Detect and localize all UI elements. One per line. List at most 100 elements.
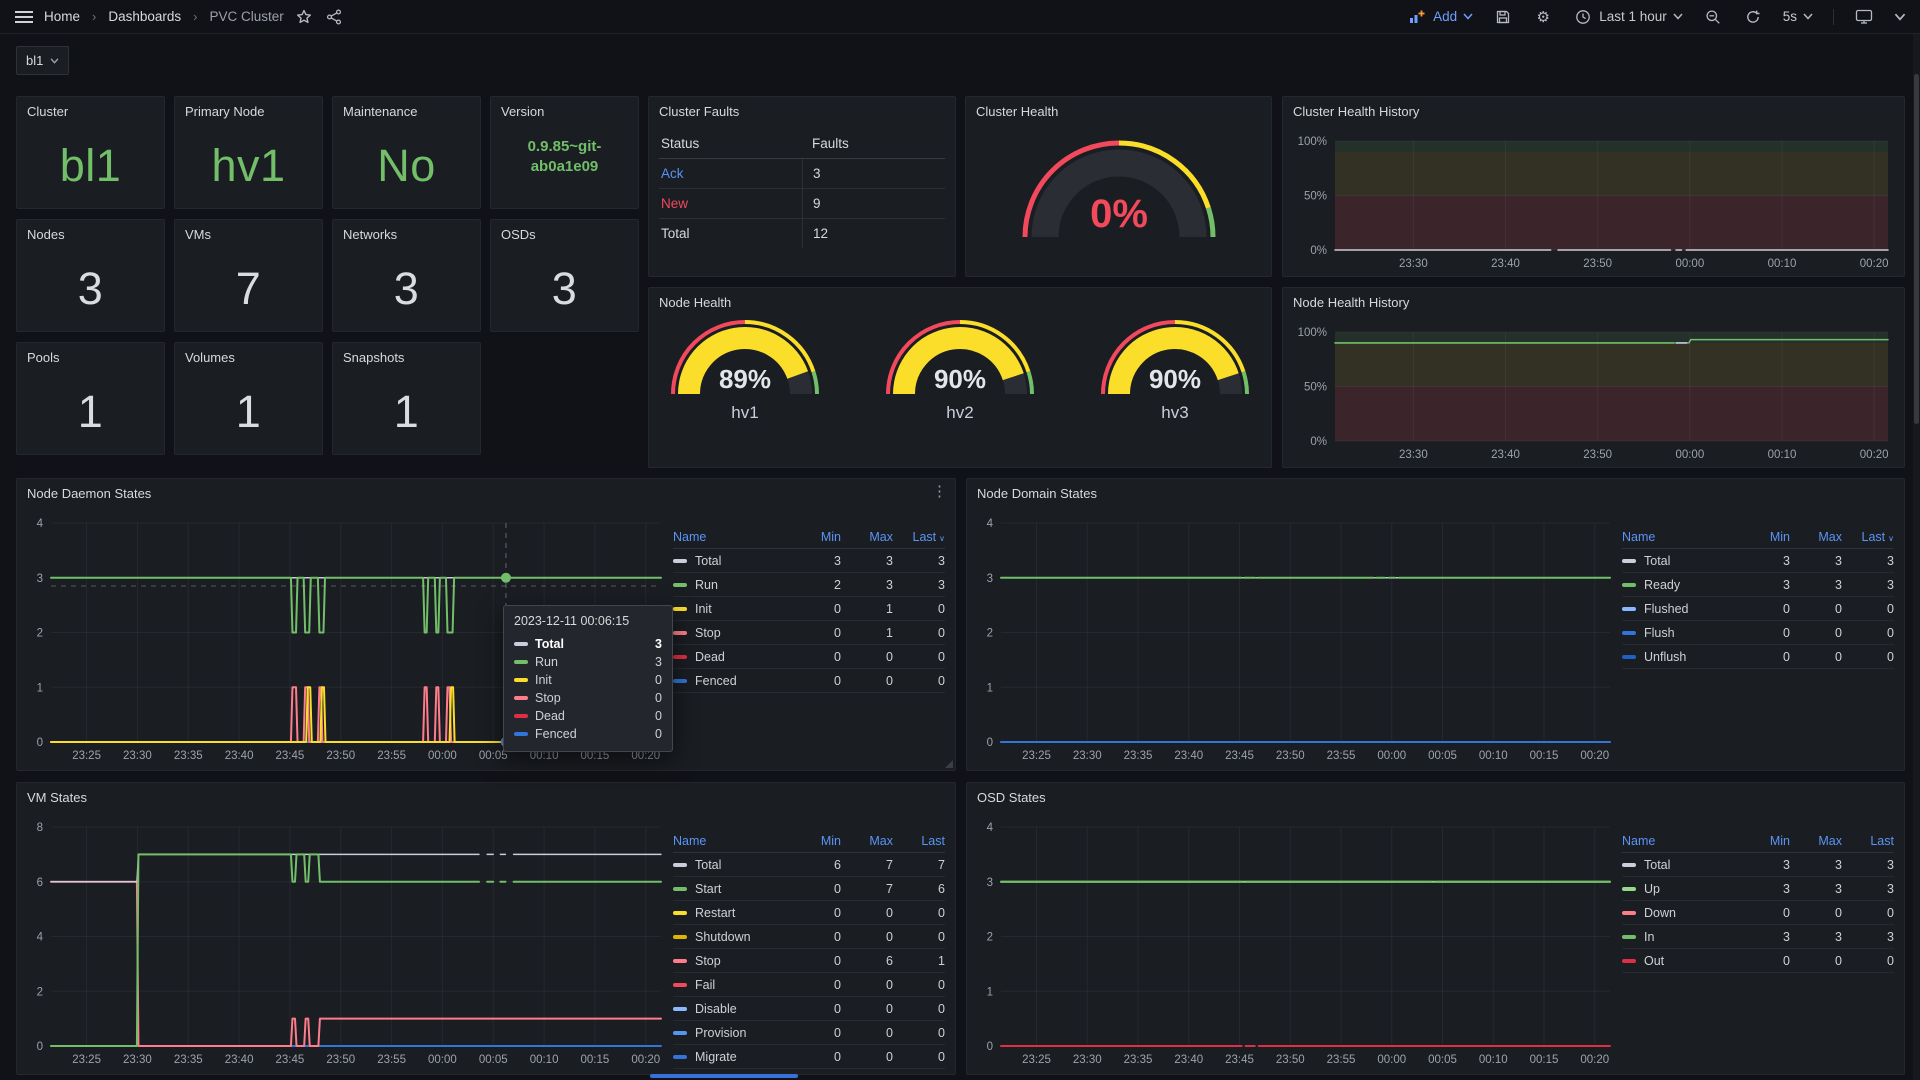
tv-mode-icon[interactable]	[1854, 7, 1874, 27]
chevron-down-icon	[1803, 13, 1813, 20]
stat-panel-nodes: Nodes 3	[16, 219, 165, 332]
legend-series-unflush[interactable]: Unflush	[1622, 650, 1738, 664]
panel-menu-kebab-icon[interactable]: ⋮	[932, 484, 947, 499]
series-color-swatch	[673, 863, 687, 867]
legend-header-min[interactable]: Min	[1738, 834, 1790, 848]
panel-node-daemon-states: Node Daemon States ⋮ 23:2523:3023:3523:4…	[16, 478, 956, 771]
legend-header-last[interactable]: Last	[893, 834, 945, 848]
legend-last-value: 1	[893, 954, 945, 968]
node-domain-states-chart[interactable]: 23:2523:3023:3523:4023:4523:5023:5500:00…	[973, 511, 1618, 766]
zoom-out-icon[interactable]	[1703, 7, 1723, 27]
share-icon[interactable]	[324, 7, 344, 27]
breadcrumb-dashboards[interactable]: Dashboards	[108, 9, 181, 24]
dashboard-settings-gear-icon[interactable]: ⚙	[1533, 7, 1553, 27]
panel-title: Nodes	[17, 220, 164, 248]
panel-resize-handle[interactable]	[945, 760, 953, 768]
legend-series-run[interactable]: Run	[673, 578, 789, 592]
variable-dropdown-cluster[interactable]: bl1	[16, 46, 69, 75]
legend-series-ready[interactable]: Ready	[1622, 578, 1738, 592]
legend-series-out[interactable]: Out	[1622, 954, 1738, 968]
legend-header-name[interactable]: Name	[1622, 834, 1738, 848]
clock-icon	[1573, 7, 1593, 27]
legend-series-fail[interactable]: Fail	[673, 978, 789, 992]
legend-series-down[interactable]: Down	[1622, 906, 1738, 920]
legend-series-flush[interactable]: Flush	[1622, 626, 1738, 640]
vertical-scrollbar-thumb[interactable]	[1914, 74, 1919, 424]
legend-series-shutdown[interactable]: Shutdown	[673, 930, 789, 944]
legend-last-value: 7	[893, 858, 945, 872]
vm-states-chart[interactable]: 23:2523:3023:3523:4023:4523:5023:5500:00…	[23, 815, 669, 1070]
chevron-down-icon[interactable]	[1894, 13, 1906, 21]
cluster-health-history-chart[interactable]: 23:3023:4023:5000:0000:1000:200%50%100%	[1289, 125, 1896, 274]
sort-caret-icon: ∨	[1888, 534, 1894, 543]
legend-row: Provision000	[673, 1021, 945, 1045]
legend-series-total[interactable]: Total	[1622, 554, 1738, 568]
legend-header-min[interactable]: Min	[789, 834, 841, 848]
svg-text:0: 0	[37, 1041, 43, 1053]
menu-hamburger-icon[interactable]	[14, 7, 34, 27]
node-health-history-chart[interactable]: 23:3023:4023:5000:0000:1000:200%50%100%	[1289, 316, 1896, 465]
svg-text:00:10: 00:10	[1768, 258, 1797, 270]
refresh-icon[interactable]	[1743, 7, 1763, 27]
legend-header-name[interactable]: Name	[1622, 530, 1738, 544]
add-panel-button[interactable]: Add	[1407, 7, 1473, 27]
vertical-scrollbar-track[interactable]	[1913, 34, 1920, 1080]
panel-title: Node Domain States	[967, 479, 1904, 507]
legend-series-in[interactable]: In	[1622, 930, 1738, 944]
legend-row: In333	[1622, 925, 1894, 949]
legend-max-value: 0	[841, 978, 893, 992]
legend-series-disable[interactable]: Disable	[673, 1002, 789, 1016]
legend-max-value: 3	[1790, 858, 1842, 872]
panel-title: VMs	[175, 220, 322, 248]
legend-series-total[interactable]: Total	[673, 554, 789, 568]
legend-series-total[interactable]: Total	[1622, 858, 1738, 872]
legend-horizontal-scrollbar-thumb[interactable]	[650, 1074, 798, 1078]
svg-text:23:25: 23:25	[1022, 1054, 1051, 1066]
panel-node-health: Node Health 89%hv190%hv290%hv3	[648, 287, 1272, 468]
tooltip-row: Total3	[514, 635, 662, 653]
osd-states-chart[interactable]: 23:2523:3023:3523:4023:4523:5023:5500:00…	[973, 815, 1618, 1070]
panel-title: Snapshots	[333, 343, 480, 371]
series-color-swatch	[514, 642, 528, 646]
legend-series-flushed[interactable]: Flushed	[1622, 602, 1738, 616]
save-dashboard-icon[interactable]	[1493, 7, 1513, 27]
legend-max-value: 0	[841, 1050, 893, 1064]
refresh-interval-picker[interactable]: 5s	[1783, 9, 1813, 24]
legend-header-max[interactable]: Max	[841, 834, 893, 848]
svg-text:1: 1	[37, 682, 43, 694]
legend-series-total[interactable]: Total	[673, 858, 789, 872]
legend-series-provision[interactable]: Provision	[673, 1026, 789, 1040]
legend-header-last[interactable]: Last∨	[1842, 530, 1894, 544]
legend-header-last[interactable]: Last	[1842, 834, 1894, 848]
legend-min-value: 0	[789, 626, 841, 640]
legend-header-max[interactable]: Max	[1790, 834, 1842, 848]
legend-header-max[interactable]: Max	[841, 530, 893, 544]
legend-header-max[interactable]: Max	[1790, 530, 1842, 544]
legend-header-min[interactable]: Min	[1738, 530, 1790, 544]
faults-row: Ack3	[659, 159, 945, 189]
legend-series-label: Flushed	[1644, 602, 1688, 616]
time-range-picker[interactable]: Last 1 hour	[1573, 7, 1683, 27]
legend-series-init[interactable]: Init	[673, 602, 789, 616]
legend-series-restart[interactable]: Restart	[673, 906, 789, 920]
series-color-swatch	[673, 887, 687, 891]
cluster-health-gauge-svg: 0%	[1014, 125, 1224, 241]
breadcrumb-home[interactable]: Home	[44, 9, 80, 24]
legend-series-start[interactable]: Start	[673, 882, 789, 896]
legend-series-fenced[interactable]: Fenced	[673, 674, 789, 688]
legend-series-dead[interactable]: Dead	[673, 650, 789, 664]
legend-header-last[interactable]: Last∨	[893, 530, 945, 544]
legend-series-stop[interactable]: Stop	[673, 626, 789, 640]
legend-header-name[interactable]: Name	[673, 834, 789, 848]
legend-series-migrate[interactable]: Migrate	[673, 1050, 789, 1064]
legend-series-up[interactable]: Up	[1622, 882, 1738, 896]
panel-node-health-history: Node Health History 23:3023:4023:5000:00…	[1282, 287, 1905, 468]
legend-last-value: 0	[893, 1050, 945, 1064]
legend-header-min[interactable]: Min	[789, 530, 841, 544]
svg-text:23:55: 23:55	[1327, 1054, 1356, 1066]
legend-header-name[interactable]: Name	[673, 530, 789, 544]
svg-text:23:55: 23:55	[1327, 750, 1356, 762]
legend-series-stop[interactable]: Stop	[673, 954, 789, 968]
favorite-star-icon[interactable]	[294, 7, 314, 27]
legend-min-value: 3	[1738, 930, 1790, 944]
